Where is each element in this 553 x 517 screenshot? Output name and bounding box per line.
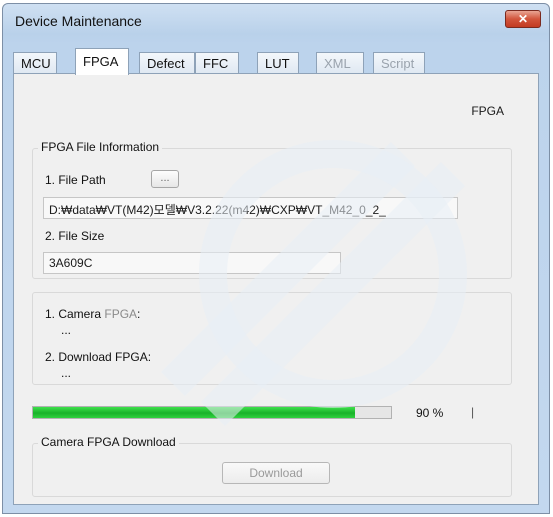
tab-script[interactable]: Script [373,52,425,74]
camera-fpga-value: ... [61,323,72,337]
tab-mcu[interactable]: MCU [13,52,57,74]
tab-defect[interactable]: Defect [139,52,195,74]
download-fpga-value: ... [61,366,72,380]
tab-fpga[interactable]: FPGA [75,48,129,75]
camera-fpga-label: 1. Camera FPGA: [45,307,141,321]
tab-xml[interactable]: XML [316,52,364,74]
file-path-label: 1. File Path [45,173,106,187]
file-info-group: FPGA File Information 1. File Path ... D… [32,140,512,279]
browse-file-button[interactable]: ... [151,170,179,188]
window-title: Device Maintenance [15,13,142,29]
download-fpga-label: 2. Download FPGA: [45,350,152,364]
progress-fill [33,407,356,418]
download-button[interactable]: Download [222,462,330,484]
file-path-field[interactable]: D:₩data₩VT(M42)모델₩V3.2.22(m42)₩CXP₩VT_M4… [43,197,458,219]
close-button[interactable]: ✕ [505,10,541,28]
progress-marker: | [471,405,475,419]
tab-ffc[interactable]: FFC [195,52,239,74]
title-bar[interactable]: Device Maintenance ✕ [3,4,549,40]
download-group-title: Camera FPGA Download [38,435,179,449]
file-size-field[interactable]: 3A609C [43,252,341,274]
device-maintenance-window: Device Maintenance ✕ MCU FPGA Defect FFC… [2,3,550,514]
progress-percent-text: 90 % [416,406,444,420]
download-progress-bar [32,406,392,419]
file-size-label: 2. File Size [45,229,105,243]
panel-header-label: FPGA [471,104,504,118]
fpga-version-group: 1. Camera FPGA: ... 2. Download FPGA: ..… [32,292,512,385]
close-icon: ✕ [517,12,529,26]
file-info-title: FPGA File Information [38,140,163,154]
tab-lut[interactable]: LUT [257,52,299,74]
fpga-tab-panel: FPGA FPGA File Information 1. File Path … [13,73,539,505]
